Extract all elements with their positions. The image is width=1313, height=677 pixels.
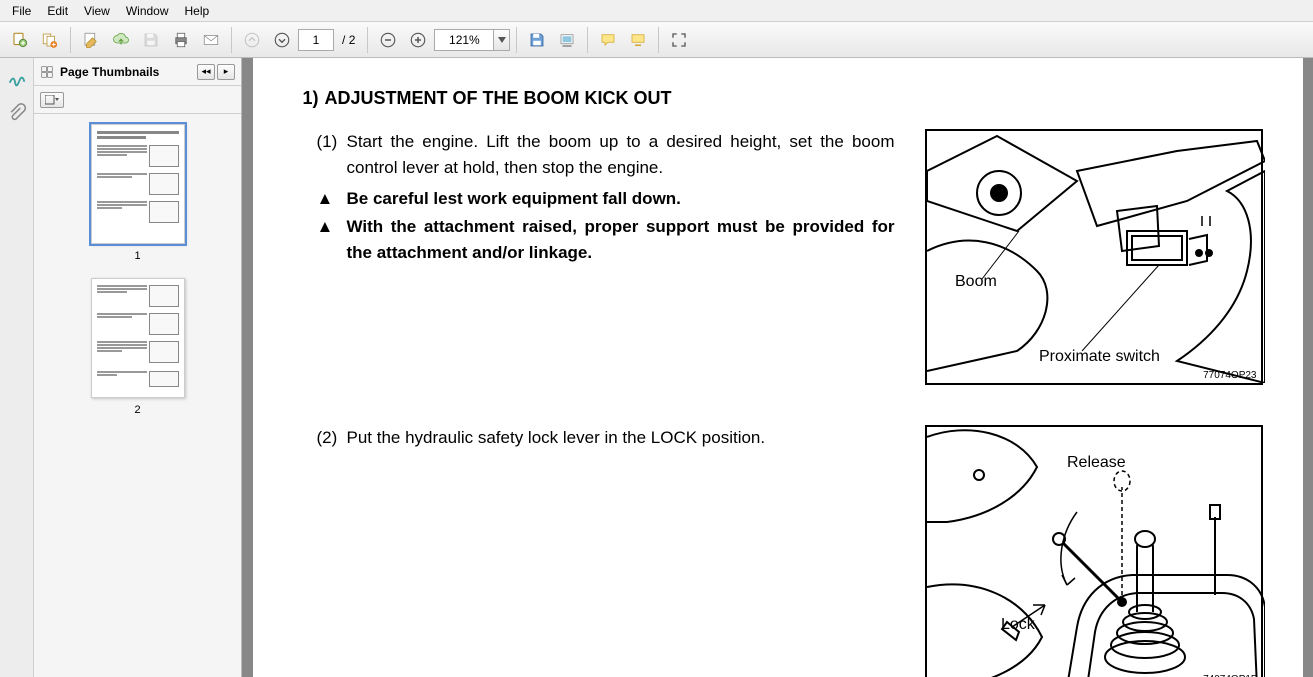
fig2-release-label: Release: [1067, 454, 1126, 471]
thumbnails-panel: Page Thumbnails ◂◂ ▸: [34, 58, 242, 677]
toolbar: / 2 121%: [0, 22, 1313, 58]
zoom-out-button[interactable]: [374, 26, 402, 54]
zoom-dropdown-button[interactable]: [494, 29, 510, 51]
pdf-page: 1)ADJUSTMENT OF THE BOOM KICK OUT (1) St…: [253, 58, 1303, 677]
thumbnail-page-2[interactable]: [91, 278, 185, 398]
fig2-lock-label: Lock: [1001, 616, 1036, 633]
document-viewport[interactable]: 1)ADJUSTMENT OF THE BOOM KICK OUT (1) St…: [242, 58, 1313, 677]
toolbar-separator: [658, 27, 659, 53]
thumbnail-label-2: 2: [134, 404, 140, 416]
fig1-boom-label: Boom: [955, 273, 997, 290]
thumbnails-icon: [40, 65, 54, 79]
highlight-button[interactable]: [624, 26, 652, 54]
email-button[interactable]: [197, 26, 225, 54]
toolbar-separator: [587, 27, 588, 53]
section-heading: 1)ADJUSTMENT OF THE BOOM KICK OUT: [303, 88, 1263, 109]
menu-view[interactable]: View: [76, 1, 118, 21]
scan-button[interactable]: [553, 26, 581, 54]
thumb-options-button[interactable]: [40, 92, 64, 108]
toolbar-separator: [70, 27, 71, 53]
zoom-in-button[interactable]: [404, 26, 432, 54]
thumb-next-button[interactable]: ▸: [217, 64, 235, 80]
zoom-level-display[interactable]: 121%: [434, 29, 494, 51]
step-1: (1) Start the engine. Lift the boom up t…: [317, 129, 895, 182]
attachments-icon[interactable]: [6, 102, 28, 124]
create-pdf-button[interactable]: [6, 26, 34, 54]
thumb-prev-button[interactable]: ◂◂: [197, 64, 215, 80]
menu-window[interactable]: Window: [118, 1, 177, 21]
page-total-label: / 2: [336, 33, 361, 47]
menu-edit[interactable]: Edit: [39, 1, 76, 21]
warning-icon: ▲: [317, 186, 347, 212]
signature-tool-icon[interactable]: [6, 68, 28, 90]
toolbar-separator: [231, 27, 232, 53]
comment-button[interactable]: [594, 26, 622, 54]
save-button: [137, 26, 165, 54]
fig1-switch-label: Proximate switch: [1039, 348, 1160, 365]
page-number-input[interactable]: [298, 29, 334, 51]
warning-1: ▲ Be careful lest work equipment fall do…: [317, 186, 895, 212]
thumbnail-label-1: 1: [134, 250, 140, 262]
page-down-button[interactable]: [268, 26, 296, 54]
warning-2: ▲ With the attachment raised, proper sup…: [317, 214, 895, 267]
toolbar-separator: [367, 27, 368, 53]
toolbar-separator: [516, 27, 517, 53]
step-2: (2) Put the hydraulic safety lock lever …: [317, 425, 895, 451]
menu-help[interactable]: Help: [177, 1, 218, 21]
combine-files-button[interactable]: [36, 26, 64, 54]
left-rail: [0, 58, 34, 677]
thumbnails-title: Page Thumbnails: [40, 65, 159, 79]
fullscreen-button[interactable]: [665, 26, 693, 54]
warning-icon: ▲: [317, 214, 347, 267]
edit-button[interactable]: [77, 26, 105, 54]
page-up-button: [238, 26, 266, 54]
menu-file[interactable]: File: [4, 1, 39, 21]
thumbnail-page-1[interactable]: [91, 124, 185, 244]
figure-1-id: 77074OP23: [1203, 370, 1256, 381]
thumbnails-list: 1 2: [34, 114, 241, 677]
figure-1-boom-switch: Boom Proximate switch 77074OP23: [925, 129, 1263, 385]
menubar: File Edit View Window Help: [0, 0, 1313, 22]
figure-2-lock-lever: Release Lock 74074OP15: [925, 425, 1263, 677]
cloud-upload-button[interactable]: [107, 26, 135, 54]
save-copy-button[interactable]: [523, 26, 551, 54]
print-button[interactable]: [167, 26, 195, 54]
